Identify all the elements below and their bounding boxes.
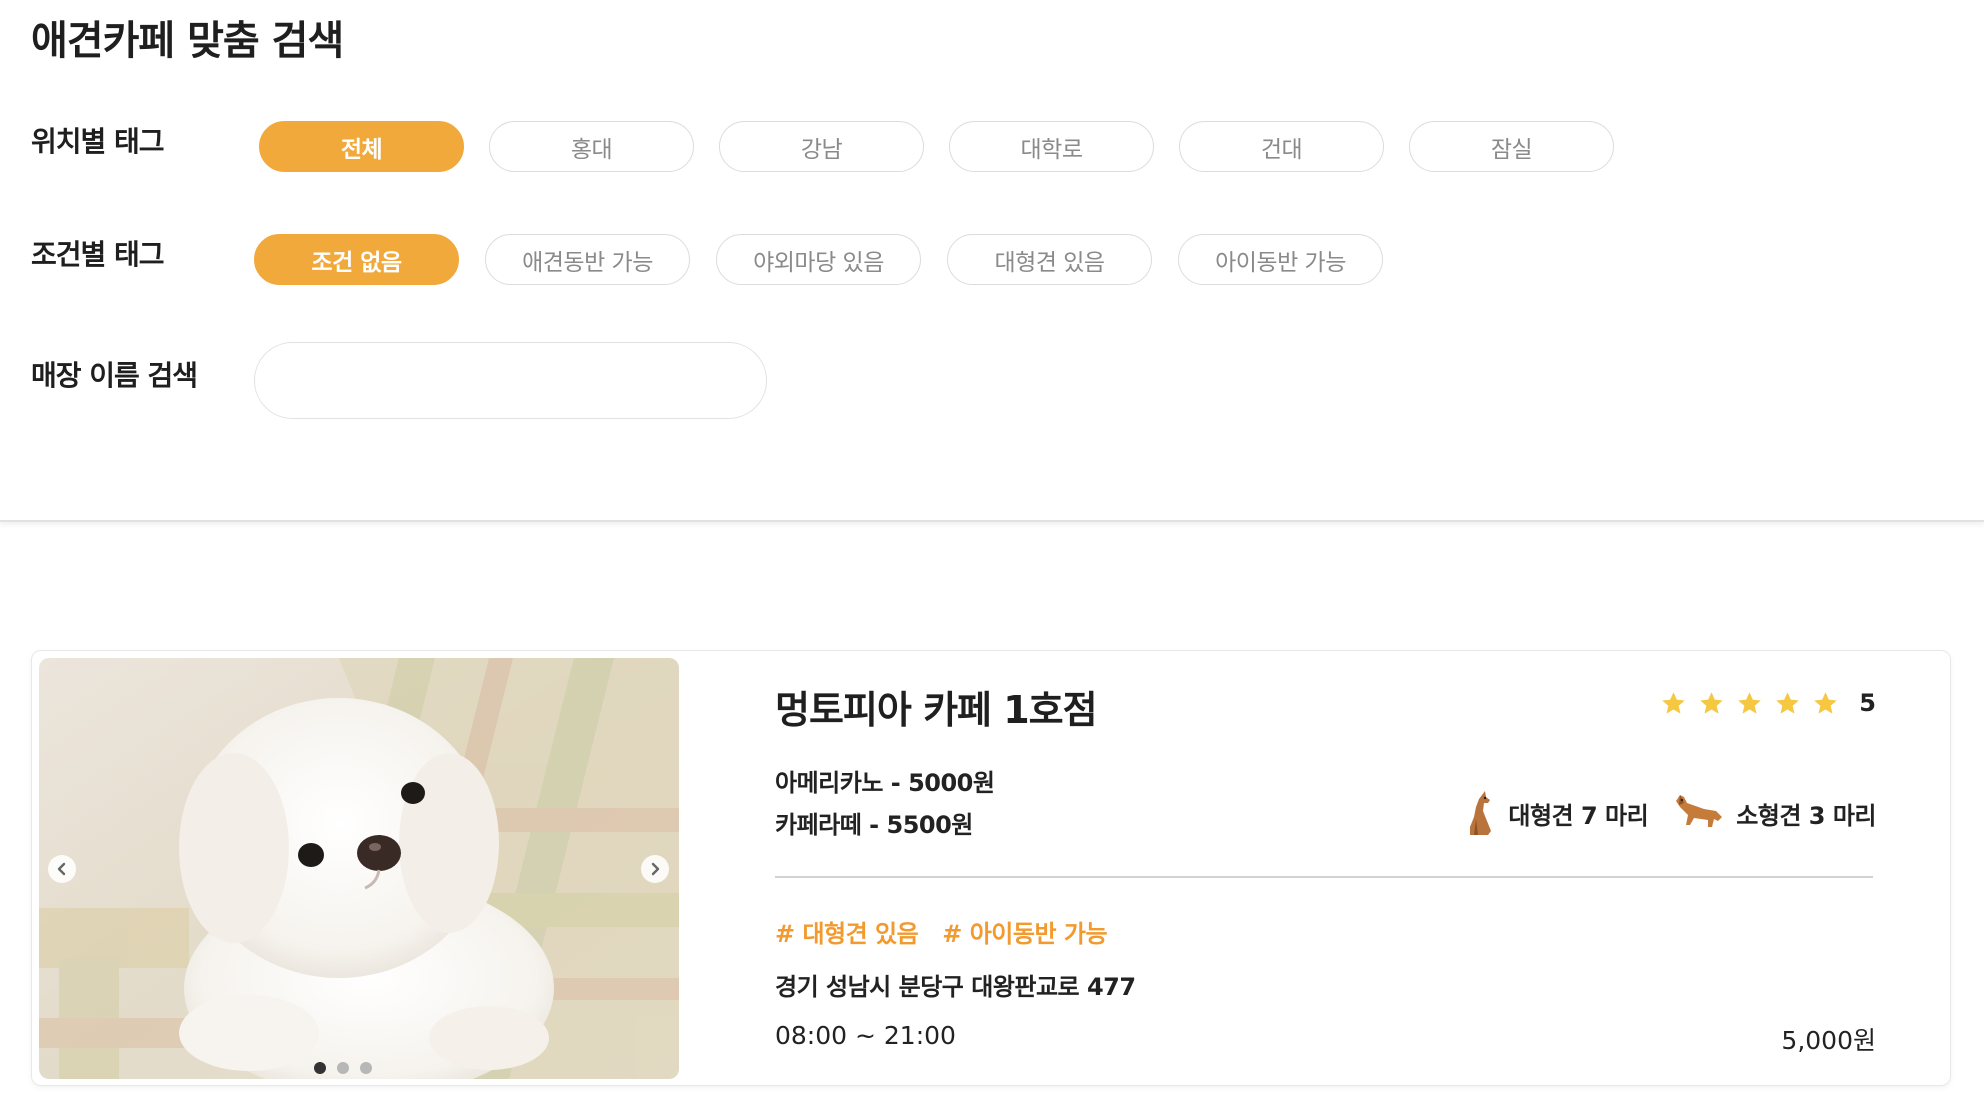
- rating-value: 5: [1859, 689, 1876, 717]
- small-dog-icon: [1676, 795, 1723, 827]
- star-icon: [1700, 691, 1724, 714]
- condition-tag-pet-allowed[interactable]: 애견동반 가능: [485, 234, 690, 285]
- condition-tag-none[interactable]: 조건 없음: [254, 234, 459, 285]
- name-search-label: 매장 이름 검색: [31, 359, 198, 392]
- carousel-next-button[interactable]: [641, 855, 669, 883]
- condition-tag-large-dogs[interactable]: 대형견 있음: [947, 234, 1152, 285]
- location-tag-kondae[interactable]: 건대: [1179, 121, 1384, 172]
- condition-tag-group: 조건 없음 애견동반 가능 야외마당 있음 대형견 있음 아이동반 가능: [254, 234, 1409, 285]
- location-tag-all[interactable]: 전체: [259, 121, 464, 172]
- large-dog-count: 대형견 7 마리: [1508, 801, 1649, 830]
- star-icon: [1738, 691, 1762, 714]
- star-rating: 5: [1649, 689, 1876, 717]
- store-name-search-input[interactable]: [254, 342, 767, 419]
- menu-item: 아메리카노 - 5000원: [775, 769, 995, 797]
- star-icon: [1662, 691, 1686, 714]
- divider: [775, 876, 1873, 878]
- opening-hours: 08:00 ~ 21:00: [775, 1021, 956, 1050]
- hashtag-list: # 대형견 있음 # 아이동반 가능: [775, 914, 1131, 949]
- cafe-result-card[interactable]: 멍토피아 카페 1호점 5 아메리카노 - 5000원 카페라떼 - 5500원…: [31, 650, 1951, 1086]
- hashtag[interactable]: # 아이동반 가능: [942, 914, 1107, 949]
- chevron-right-icon: [651, 862, 660, 876]
- chevron-left-icon: [57, 862, 66, 876]
- dog-count-info: 대형견 7 마리 소형견 3 마리: [1464, 791, 1876, 835]
- menu-item: 카페라떼 - 5500원: [775, 811, 973, 839]
- location-tags-label: 위치별 태그: [31, 125, 165, 158]
- page-title: 애견카페 맞춤 검색: [31, 18, 344, 64]
- star-icon: [1814, 691, 1838, 714]
- star-icon: [1776, 691, 1800, 714]
- condition-tag-kids-allowed[interactable]: 아이동반 가능: [1178, 234, 1383, 285]
- puppy-photo: [39, 658, 679, 1079]
- condition-tags-label: 조건별 태그: [31, 238, 165, 271]
- location-tag-jamsil[interactable]: 잠실: [1409, 121, 1614, 172]
- location-tag-daehakro[interactable]: 대학로: [949, 121, 1154, 172]
- carousel-dot[interactable]: [360, 1062, 372, 1074]
- store-address: 경기 성남시 분당구 대왕판교로 477: [775, 973, 1136, 1001]
- small-dog-count: 소형견 3 마리: [1736, 801, 1876, 830]
- filter-panel: 애견카페 맞춤 검색 위치별 태그 전체 홍대 강남 대학로 건대 잠실 조건별…: [0, 0, 1984, 522]
- store-price: 5,000원: [1781, 1026, 1876, 1055]
- carousel-dot[interactable]: [337, 1062, 349, 1074]
- carousel-indicator: [314, 1062, 383, 1074]
- location-tag-hongdae[interactable]: 홍대: [489, 121, 694, 172]
- hashtag[interactable]: # 대형견 있음: [775, 914, 919, 949]
- large-dog-icon: [1470, 791, 1492, 835]
- carousel-dot[interactable]: [314, 1062, 326, 1074]
- condition-tag-outdoor-yard[interactable]: 야외마당 있음: [716, 234, 921, 285]
- location-tag-gangnam[interactable]: 강남: [719, 121, 924, 172]
- carousel-prev-button[interactable]: [48, 855, 76, 883]
- photo-carousel[interactable]: [39, 658, 679, 1079]
- location-tag-group: 전체 홍대 강남 대학로 건대 잠실: [259, 121, 1639, 172]
- store-name[interactable]: 멍토피아 카페 1호점: [775, 679, 1098, 734]
